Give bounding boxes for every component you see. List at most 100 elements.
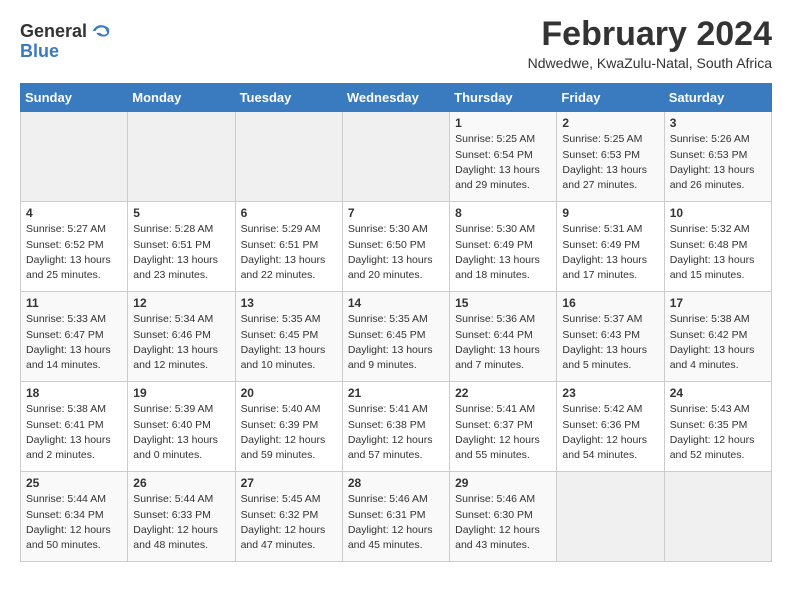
day-number: 18 [26, 386, 122, 400]
day-number: 29 [455, 476, 551, 490]
title-block: February 2024 Ndwedwe, KwaZulu-Natal, So… [528, 16, 772, 71]
calendar-cell: 18 Sunrise: 5:38 AM Sunset: 6:41 PM Dayli… [21, 382, 128, 472]
day-info: Sunrise: 5:38 AM Sunset: 6:41 PM Dayligh… [26, 402, 122, 463]
calendar-cell: 11 Sunrise: 5:33 AM Sunset: 6:47 PM Dayli… [21, 292, 128, 382]
day-info: Sunrise: 5:42 AM Sunset: 6:36 PM Dayligh… [562, 402, 658, 463]
day-number: 28 [348, 476, 444, 490]
calendar-cell: 14 Sunrise: 5:35 AM Sunset: 6:45 PM Dayli… [342, 292, 449, 382]
calendar-cell: 29 Sunrise: 5:46 AM Sunset: 6:30 PM Dayli… [450, 472, 557, 562]
header-thursday: Thursday [450, 84, 557, 112]
day-info: Sunrise: 5:33 AM Sunset: 6:47 PM Dayligh… [26, 312, 122, 373]
day-info: Sunrise: 5:41 AM Sunset: 6:37 PM Dayligh… [455, 402, 551, 463]
calendar-cell: 4 Sunrise: 5:27 AM Sunset: 6:52 PM Daylig… [21, 202, 128, 292]
day-number: 16 [562, 296, 658, 310]
calendar-cell: 19Sunrise: 5:39 AM Sunset: 6:40 PM Dayli… [128, 382, 235, 472]
header-monday: Monday [128, 84, 235, 112]
day-number: 26 [133, 476, 229, 490]
day-info: Sunrise: 5:36 AM Sunset: 6:44 PM Dayligh… [455, 312, 551, 373]
day-info: Sunrise: 5:38 AM Sunset: 6:42 PM Dayligh… [670, 312, 766, 373]
calendar-cell [128, 112, 235, 202]
day-info: Sunrise: 5:35 AM Sunset: 6:45 PM Dayligh… [348, 312, 444, 373]
calendar-cell: 9 Sunrise: 5:31 AM Sunset: 6:49 PM Daylig… [557, 202, 664, 292]
day-number: 24 [670, 386, 766, 400]
week-row-4: 18 Sunrise: 5:38 AM Sunset: 6:41 PM Dayli… [21, 382, 772, 472]
day-number: 10 [670, 206, 766, 220]
calendar-cell: 21 Sunrise: 5:41 AM Sunset: 6:38 PM Dayli… [342, 382, 449, 472]
day-number: 12 [133, 296, 229, 310]
day-number: 27 [241, 476, 337, 490]
day-number: 13 [241, 296, 337, 310]
calendar-cell: 7 Sunrise: 5:30 AM Sunset: 6:50 PM Daylig… [342, 202, 449, 292]
calendar-cell [557, 472, 664, 562]
header-friday: Friday [557, 84, 664, 112]
day-number: 11 [26, 296, 122, 310]
day-info: Sunrise: 5:31 AM Sunset: 6:49 PM Dayligh… [562, 222, 658, 283]
header-saturday: Saturday [664, 84, 771, 112]
day-number: 9 [562, 206, 658, 220]
day-info: Sunrise: 5:32 AM Sunset: 6:48 PM Dayligh… [670, 222, 766, 283]
day-info: Sunrise: 5:44 AM Sunset: 6:33 PM Dayligh… [133, 492, 229, 553]
day-number: 7 [348, 206, 444, 220]
day-info: Sunrise: 5:27 AM Sunset: 6:52 PM Dayligh… [26, 222, 122, 283]
day-info: Sunrise: 5:43 AM Sunset: 6:35 PM Dayligh… [670, 402, 766, 463]
day-info: Sunrise: 5:35 AM Sunset: 6:45 PM Dayligh… [241, 312, 337, 373]
calendar-cell: 17 Sunrise: 5:38 AM Sunset: 6:42 PM Dayli… [664, 292, 771, 382]
calendar-cell: 15Sunrise: 5:36 AM Sunset: 6:44 PM Dayli… [450, 292, 557, 382]
calendar-cell: 3 Sunrise: 5:26 AM Sunset: 6:53 PM Daylig… [664, 112, 771, 202]
week-row-1: 1 Sunrise: 5:25 AM Sunset: 6:54 PM Daylig… [21, 112, 772, 202]
day-info: Sunrise: 5:45 AM Sunset: 6:32 PM Dayligh… [241, 492, 337, 553]
calendar-cell: 28Sunrise: 5:46 AM Sunset: 6:31 PM Dayli… [342, 472, 449, 562]
calendar-cell [235, 112, 342, 202]
day-info: Sunrise: 5:28 AM Sunset: 6:51 PM Dayligh… [133, 222, 229, 283]
day-info: Sunrise: 5:29 AM Sunset: 6:51 PM Dayligh… [241, 222, 337, 283]
day-number: 3 [670, 116, 766, 130]
day-number: 8 [455, 206, 551, 220]
day-number: 20 [241, 386, 337, 400]
page-header: General Blue February 2024 Ndwedwe, KwaZ… [20, 16, 772, 71]
day-number: 25 [26, 476, 122, 490]
calendar-table: SundayMondayTuesdayWednesdayThursdayFrid… [20, 83, 772, 562]
day-number: 22 [455, 386, 551, 400]
day-info: Sunrise: 5:26 AM Sunset: 6:53 PM Dayligh… [670, 132, 766, 193]
calendar-cell: 27 Sunrise: 5:45 AM Sunset: 6:32 PM Dayli… [235, 472, 342, 562]
day-info: Sunrise: 5:46 AM Sunset: 6:30 PM Dayligh… [455, 492, 551, 553]
calendar-cell: 2Sunrise: 5:25 AM Sunset: 6:53 PM Daylig… [557, 112, 664, 202]
day-info: Sunrise: 5:41 AM Sunset: 6:38 PM Dayligh… [348, 402, 444, 463]
week-row-2: 4 Sunrise: 5:27 AM Sunset: 6:52 PM Daylig… [21, 202, 772, 292]
calendar-cell: 26 Sunrise: 5:44 AM Sunset: 6:33 PM Dayli… [128, 472, 235, 562]
logo-general: General [20, 22, 87, 40]
day-number: 23 [562, 386, 658, 400]
calendar-cell [342, 112, 449, 202]
day-number: 17 [670, 296, 766, 310]
calendar-cell [664, 472, 771, 562]
day-info: Sunrise: 5:25 AM Sunset: 6:54 PM Dayligh… [455, 132, 551, 193]
calendar-cell: 8Sunrise: 5:30 AM Sunset: 6:49 PM Daylig… [450, 202, 557, 292]
header-sunday: Sunday [21, 84, 128, 112]
logo: General Blue [20, 20, 111, 62]
main-title: February 2024 [528, 16, 772, 53]
logo-blue: Blue [20, 41, 59, 61]
calendar-cell: 1 Sunrise: 5:25 AM Sunset: 6:54 PM Daylig… [450, 112, 557, 202]
day-number: 5 [133, 206, 229, 220]
calendar-cell: 22 Sunrise: 5:41 AM Sunset: 6:37 PM Dayli… [450, 382, 557, 472]
day-number: 2 [562, 116, 658, 130]
day-number: 19 [133, 386, 229, 400]
day-info: Sunrise: 5:30 AM Sunset: 6:50 PM Dayligh… [348, 222, 444, 283]
week-row-3: 11 Sunrise: 5:33 AM Sunset: 6:47 PM Dayli… [21, 292, 772, 382]
day-number: 1 [455, 116, 551, 130]
day-number: 4 [26, 206, 122, 220]
calendar-cell: 23 Sunrise: 5:42 AM Sunset: 6:36 PM Dayli… [557, 382, 664, 472]
calendar-cell: 24 Sunrise: 5:43 AM Sunset: 6:35 PM Dayli… [664, 382, 771, 472]
header-wednesday: Wednesday [342, 84, 449, 112]
subtitle: Ndwedwe, KwaZulu-Natal, South Africa [528, 55, 772, 71]
day-info: Sunrise: 5:34 AM Sunset: 6:46 PM Dayligh… [133, 312, 229, 373]
day-info: Sunrise: 5:44 AM Sunset: 6:34 PM Dayligh… [26, 492, 122, 553]
calendar-cell: 5 Sunrise: 5:28 AM Sunset: 6:51 PM Daylig… [128, 202, 235, 292]
calendar-cell: 20Sunrise: 5:40 AM Sunset: 6:39 PM Dayli… [235, 382, 342, 472]
calendar-cell: 12 Sunrise: 5:34 AM Sunset: 6:46 PM Dayli… [128, 292, 235, 382]
day-number: 14 [348, 296, 444, 310]
day-number: 21 [348, 386, 444, 400]
day-number: 6 [241, 206, 337, 220]
calendar-cell: 25 Sunrise: 5:44 AM Sunset: 6:34 PM Dayli… [21, 472, 128, 562]
calendar-cell: 6 Sunrise: 5:29 AM Sunset: 6:51 PM Daylig… [235, 202, 342, 292]
